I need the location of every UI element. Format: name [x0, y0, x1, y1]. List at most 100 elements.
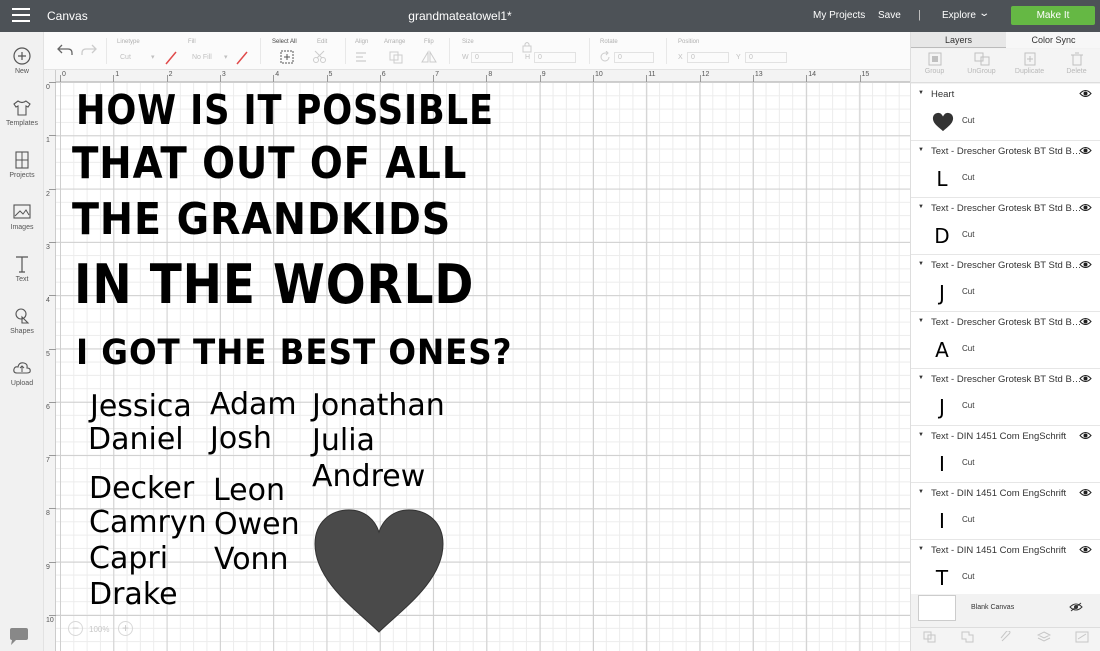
eye-icon[interactable]	[1079, 317, 1092, 326]
tab-color-sync[interactable]: Color Sync	[1006, 32, 1100, 48]
delete-button[interactable]: Delete	[1053, 52, 1100, 75]
eye-icon[interactable]	[1079, 545, 1092, 554]
width-input[interactable]: 0	[471, 52, 513, 63]
layer-row[interactable]: ▼ Text - Drescher Grotesk BT Std Bold L Cut	[911, 141, 1100, 198]
duplicate-button[interactable]: Duplicate	[1006, 52, 1053, 75]
collapse-caret-icon[interactable]: ▼	[918, 318, 924, 324]
slice-button[interactable]	[911, 631, 949, 645]
hamburger-menu-icon[interactable]	[12, 8, 30, 24]
height-input[interactable]: 0	[534, 52, 576, 63]
rotate-icon[interactable]	[599, 51, 611, 63]
name-josh[interactable]: Josh	[210, 424, 272, 454]
collapse-caret-icon[interactable]: ▼	[918, 375, 924, 381]
fill-select[interactable]: No Fill	[192, 54, 212, 61]
layer-row[interactable]: ▼ Text - Drescher Grotesk BT Std Bold D Cut	[911, 198, 1100, 255]
name-drake[interactable]: Drake	[89, 580, 178, 610]
arrange-icon[interactable]	[388, 50, 406, 64]
layer-row[interactable]: ▼ Text - DIN 1451 Com EngSchrift I Cut	[911, 426, 1100, 483]
rotate-input[interactable]: 0	[614, 52, 654, 63]
linetype-select[interactable]: Cut	[120, 54, 131, 61]
eye-icon[interactable]	[1079, 89, 1092, 98]
sidebar-item-new[interactable]: New	[0, 46, 44, 75]
collapse-caret-icon[interactable]: ▼	[918, 489, 924, 495]
layer-row[interactable]: ▼ Text - DIN 1451 Com EngSchrift I Cut	[911, 483, 1100, 540]
name-daniel[interactable]: Daniel	[88, 425, 184, 455]
make-it-button[interactable]: Make It	[1011, 6, 1095, 25]
phrase-line-4[interactable]: IN THE WORLD	[74, 258, 474, 312]
name-capri[interactable]: Capri	[89, 544, 168, 574]
layer-row[interactable]: ▼ Text - Drescher Grotesk BT Std Bold J Cut	[911, 255, 1100, 312]
collapse-caret-icon[interactable]: ▼	[918, 261, 924, 267]
ruler-tick	[49, 188, 56, 190]
name-jessica[interactable]: Jessica	[90, 392, 192, 422]
heart-shape[interactable]	[313, 508, 445, 634]
sidebar-item-templates[interactable]: Templates	[0, 98, 44, 127]
fill-color-swatch[interactable]	[235, 51, 249, 65]
eye-icon[interactable]	[1079, 374, 1092, 383]
name-leon[interactable]: Leon	[213, 476, 285, 506]
name-jonathan[interactable]: Jonathan	[312, 391, 445, 421]
chevron-down-icon[interactable]: ⌄	[978, 8, 990, 19]
phrase-line-3[interactable]: THE GRANDKIDS	[72, 198, 451, 242]
flatten-button[interactable]	[1025, 631, 1063, 645]
design-canvas[interactable]: 0 1 2 3 4 5 6 7 8 9 10 11 12 13 14 15 0 1 2 3 4 5 6 7 8 9 10 HOW …	[44, 70, 910, 651]
contour-button[interactable]	[1063, 631, 1100, 645]
phrase-line-5[interactable]: I GOT THE BEST ONES?	[76, 336, 512, 371]
eye-icon[interactable]	[1079, 146, 1092, 155]
blank-canvas-row[interactable]: Blank Canvas	[911, 594, 1100, 624]
redo-icon[interactable]	[81, 43, 97, 57]
blank-canvas-swatch[interactable]	[918, 595, 956, 621]
y-input[interactable]: 0	[745, 52, 787, 63]
chat-bubble-icon[interactable]	[8, 628, 30, 651]
collapse-caret-icon[interactable]: ▼	[918, 546, 924, 552]
sidebar-item-images[interactable]: Images	[0, 202, 44, 231]
sidebar-item-upload[interactable]: Upload	[0, 358, 44, 387]
chevron-down-icon[interactable]: ▾	[224, 53, 228, 61]
sidebar-item-shapes[interactable]: Shapes	[0, 306, 44, 335]
undo-icon[interactable]	[57, 43, 73, 57]
name-decker[interactable]: Decker	[89, 474, 194, 504]
flip-icon[interactable]	[420, 50, 438, 64]
name-vonn[interactable]: Vonn	[214, 545, 289, 575]
eye-icon[interactable]	[1079, 203, 1092, 212]
weld-button[interactable]	[949, 631, 987, 645]
tab-layers[interactable]: Layers	[911, 32, 1006, 48]
lock-icon[interactable]	[522, 41, 532, 53]
collapse-caret-icon[interactable]: ▼	[918, 90, 924, 96]
layer-row[interactable]: ▼ Text - Drescher Grotesk BT Std Bold J Cut	[911, 369, 1100, 426]
phrase-line-2[interactable]: THAT OUT OF ALL	[72, 142, 467, 186]
eye-hidden-icon[interactable]	[1069, 602, 1083, 612]
layer-row[interactable]: ▼ Text - Drescher Grotesk BT Std Bold A Cut	[911, 312, 1100, 369]
ungroup-button[interactable]: UnGroup	[958, 52, 1005, 75]
my-projects-button[interactable]: My Projects	[813, 10, 865, 21]
eye-icon[interactable]	[1079, 431, 1092, 440]
name-andrew[interactable]: Andrew	[312, 462, 425, 492]
phrase-line-1[interactable]: HOW IS IT POSSIBLE	[76, 90, 494, 131]
sidebar-item-text[interactable]: Text	[0, 254, 44, 283]
scissors-icon[interactable]	[312, 50, 328, 64]
collapse-caret-icon[interactable]: ▼	[918, 204, 924, 210]
group-button[interactable]: Group	[911, 52, 958, 75]
layer-row[interactable]: ▼ Text - DIN 1451 Com EngSchrift T Cut	[911, 540, 1100, 597]
sidebar-item-projects[interactable]: Projects	[0, 150, 44, 179]
explore-menu[interactable]: Explore	[942, 10, 976, 21]
chevron-down-icon[interactable]: ▾	[151, 53, 155, 61]
name-julia[interactable]: Julia	[312, 426, 375, 456]
eye-icon[interactable]	[1079, 488, 1092, 497]
name-owen[interactable]: Owen	[214, 510, 300, 540]
eye-icon[interactable]	[1079, 260, 1092, 269]
zoom-out-button[interactable]: −	[68, 621, 83, 636]
save-button[interactable]: Save	[878, 10, 901, 21]
attach-button[interactable]	[987, 630, 1025, 645]
collapse-caret-icon[interactable]: ▼	[918, 432, 924, 438]
linetype-color-swatch[interactable]	[164, 51, 178, 65]
select-all-icon[interactable]	[280, 50, 294, 64]
x-input[interactable]: 0	[687, 52, 729, 63]
layer-row[interactable]: ▼ Heart Cut	[911, 84, 1100, 141]
zoom-in-button[interactable]: +	[118, 621, 133, 636]
document-title[interactable]: grandmateatowel1*	[330, 9, 590, 23]
name-camryn[interactable]: Camryn	[89, 508, 207, 538]
align-icon[interactable]	[355, 51, 373, 63]
name-adam[interactable]: Adam	[210, 390, 297, 420]
collapse-caret-icon[interactable]: ▼	[918, 147, 924, 153]
